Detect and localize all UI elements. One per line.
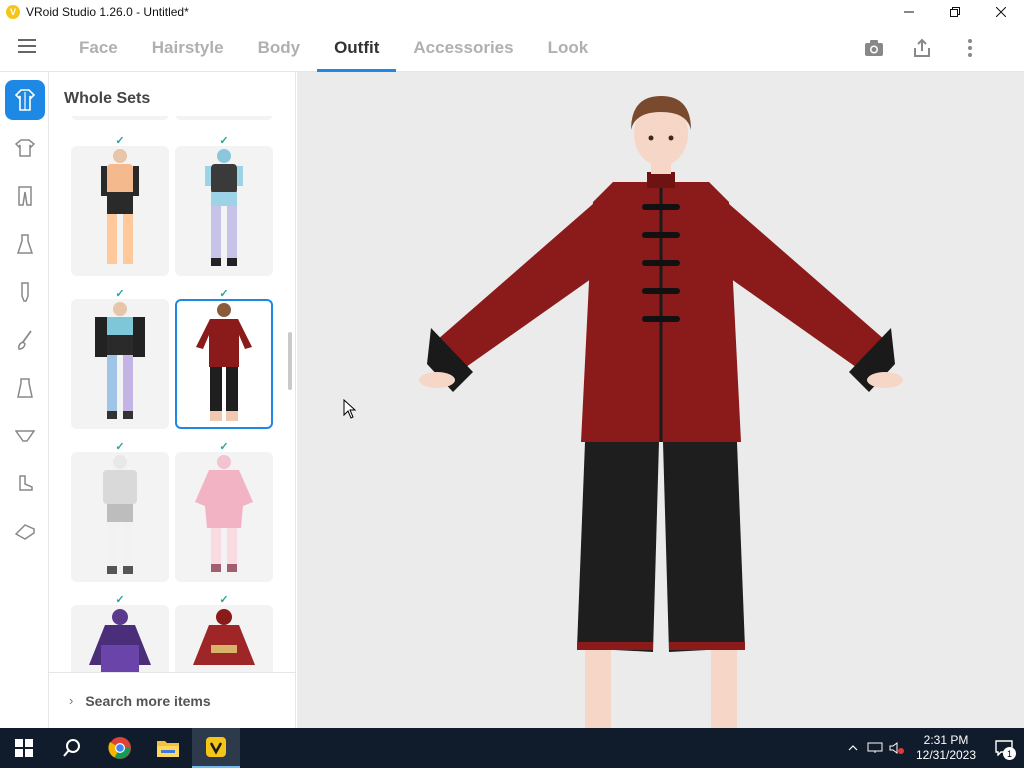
item-grid-viewport: ✓ ✓ ✓ ✓ ✓ ✓ ✓ ✓ [49,116,296,672]
item-thumbnail [71,116,169,120]
tag-icon [14,524,35,540]
start-button[interactable] [0,728,48,768]
rail-item-shoes[interactable] [0,460,49,508]
search-icon [63,739,80,757]
file-explorer-taskbar-button[interactable] [144,728,192,768]
whole-set-icon [14,89,35,111]
item-thumbnail [175,452,273,582]
search-button[interactable] [48,728,96,768]
volume-muted-icon [889,742,904,754]
title-bar: V VRoid Studio 1.26.0 - Untitled* [0,0,1024,23]
network-icon [867,742,883,753]
rail-item-bottoms[interactable] [0,172,49,220]
window-controls [886,0,1024,23]
vroid-logo-icon: V [6,4,20,19]
rail-item-underwear[interactable] [0,412,49,460]
item-panel: Whole Sets ✓ ✓ ✓ ✓ ✓ ✓ ✓ ✓ › Search more… [49,72,296,728]
maximize-button[interactable] [932,0,978,23]
camera-icon [865,39,883,56]
shoes-icon [18,475,33,491]
window-title: VRoid Studio 1.26.0 - Untitled* [26,4,189,19]
search-more-items-label: Search more items [85,692,211,709]
bottoms-icon [17,186,32,206]
item-thumbnail [175,299,273,429]
item-thumbnail [71,605,169,672]
item-thumbnail [71,146,169,276]
action-center-button[interactable]: 1 [984,728,1024,768]
top-nav: Face Hairstyle Body Outfit Accessories L… [0,23,1024,72]
rail-item-socks[interactable] [0,268,49,316]
rail-item-accessory-tags[interactable] [0,508,49,556]
more-button[interactable] [946,23,994,72]
tab-look[interactable]: Look [531,23,606,72]
show-hidden-icons-button[interactable] [842,728,864,768]
underwear-icon [14,430,35,442]
windows-start-icon [15,739,33,757]
rail-item-whole-sets[interactable] [0,76,49,124]
section-tabs: Face Hairstyle Body Outfit Accessories L… [62,23,605,72]
rail-item-skirt[interactable] [0,364,49,412]
socks-icon [20,282,29,302]
item-grid-scrollbar[interactable] [288,332,292,390]
clock-date: 12/31/2023 [915,748,977,762]
volume-button[interactable] [886,728,908,768]
chevron-right-icon: › [69,693,74,708]
more-vert-icon [968,38,972,57]
tab-body[interactable]: Body [241,23,318,72]
tab-outfit[interactable]: Outfit [317,23,397,72]
menu-icon[interactable] [18,39,36,53]
skirt-icon [16,378,33,398]
category-rail [0,72,49,728]
restore-icon [950,6,960,17]
clock-time: 2:31 PM [923,733,969,747]
chrome-icon [108,737,131,759]
onepiece-icon [16,234,33,254]
item-thumbnail [71,299,169,429]
model-viewport[interactable] [297,72,1024,728]
rail-item-texture[interactable] [0,316,49,364]
taskbar: 2:31 PM 12/31/2023 1 [0,728,1024,768]
network-button[interactable] [864,728,886,768]
camera-button[interactable] [850,23,898,72]
vroid-studio-taskbar-button[interactable] [192,728,240,768]
chevron-up-icon [848,745,858,751]
minimize-button[interactable] [886,0,932,23]
tops-icon [14,139,35,157]
notification-count-badge: 1 [1003,747,1016,760]
minimize-icon [904,11,914,12]
top-actions [850,23,994,72]
chrome-taskbar-button[interactable] [96,728,144,768]
close-button[interactable] [978,0,1024,23]
tab-face[interactable]: Face [62,23,135,72]
file-explorer-icon [157,741,179,757]
clock[interactable]: 2:31 PM 12/31/2023 [908,733,984,763]
close-icon [996,6,1006,17]
item-thumbnail [71,452,169,582]
item-thumbnail [175,116,273,120]
share-button[interactable] [898,23,946,72]
rail-item-tops[interactable] [0,124,49,172]
share-icon [914,38,930,57]
avatar-model [419,96,903,728]
item-thumbnail [175,146,273,276]
search-more-items-button[interactable]: › Search more items [49,672,296,728]
panel-title: Whole Sets [64,90,151,107]
system-tray: 2:31 PM 12/31/2023 1 [842,728,1024,768]
mouse-cursor-icon [343,399,357,419]
brush-icon [17,330,32,350]
rail-item-onepiece[interactable] [0,220,49,268]
vroid-studio-icon [206,737,226,757]
item-thumbnail [175,605,273,672]
tab-accessories[interactable]: Accessories [396,23,530,72]
tab-hairstyle[interactable]: Hairstyle [135,23,241,72]
